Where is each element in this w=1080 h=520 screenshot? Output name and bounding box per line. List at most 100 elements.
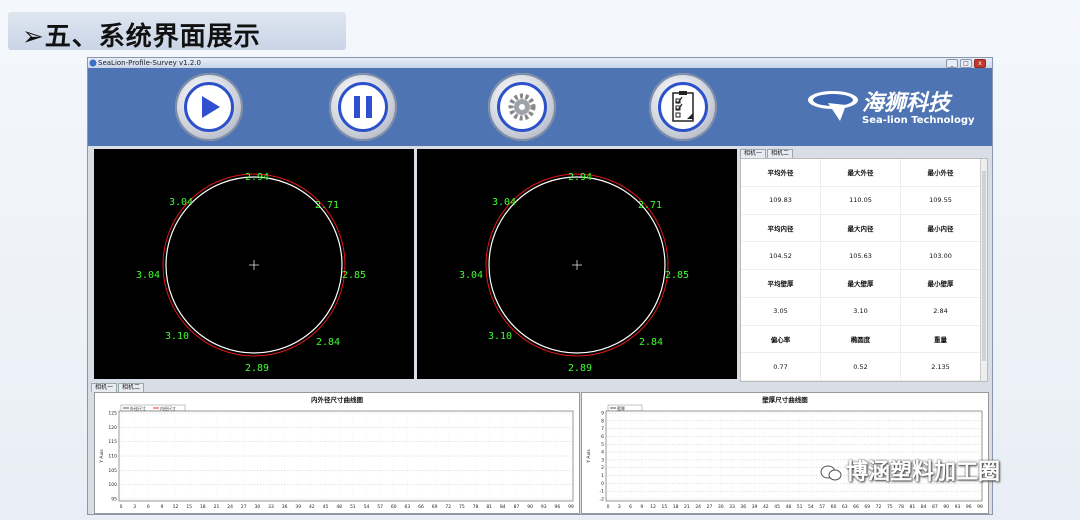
- thickness-label-right: 2.85: [665, 270, 689, 281]
- x-tick-label: 78: [898, 504, 904, 510]
- stat-value: 0.77: [741, 353, 821, 381]
- y-tick-label: 115: [108, 439, 117, 445]
- start-button[interactable]: [175, 73, 243, 141]
- stats-tab-bar: 相机一 相机二: [740, 149, 794, 158]
- x-tick-label: 12: [173, 504, 179, 510]
- report-button[interactable]: [649, 73, 717, 141]
- wechat-icon: [820, 465, 842, 481]
- x-tick-label: 24: [227, 504, 233, 510]
- diameter-chart: 内外径尺寸曲线图外径尺寸 内径尺寸12512011511010510095Y Ax…: [99, 395, 574, 510]
- x-tick-label: 0: [120, 504, 123, 510]
- y-tick-label: 6: [601, 434, 604, 440]
- x-tick-label: 45: [774, 504, 780, 510]
- stats-scrollbar[interactable]: [980, 159, 987, 381]
- x-tick-label: 12: [650, 504, 656, 510]
- y-tick-label: -1: [600, 489, 605, 495]
- window-titlebar[interactable]: SeaLion-Profile-Survey v1.2.0 _ □ x: [88, 58, 992, 68]
- x-tick-label: 87: [514, 504, 520, 510]
- y-tick-label: 7: [601, 426, 604, 432]
- stat-value: 109.83: [741, 186, 821, 215]
- y-axis-label: Y Axis: [99, 449, 105, 464]
- app-window: SeaLion-Profile-Survey v1.2.0 _ □ x 海狮科技…: [87, 57, 993, 515]
- stats-table: 平均外径 最大外径 最小外径 109.83 110.05 109.55 平均内径 最大内径 最小…: [740, 158, 988, 382]
- x-tick-label: 51: [350, 504, 356, 510]
- thickness-label-bottom-left: 3.10: [165, 331, 189, 342]
- diameter-chart-panel: 内外径尺寸曲线图 外径尺寸 内径尺寸 125 120 115 110 105 100 95 Y Ax…: [94, 392, 580, 514]
- pause-icon: [338, 82, 388, 132]
- thickness-label-bottom-left: 3.10: [488, 331, 512, 342]
- x-tick-label: 42: [763, 504, 769, 510]
- y-tick-label: 5: [601, 442, 604, 448]
- x-tick-label: 6: [629, 504, 632, 510]
- stats-grid: 平均外径 最大外径 最小外径 109.83 110.05 109.55 平均内径 最大内径 最小…: [741, 159, 981, 381]
- x-tick-label: 27: [707, 504, 713, 510]
- x-tick-label: 39: [752, 504, 758, 510]
- x-tick-label: 78: [473, 504, 479, 510]
- stat-label: 最小外径: [901, 159, 981, 187]
- x-tick-label: 75: [459, 504, 465, 510]
- x-tick-label: 90: [943, 504, 949, 510]
- slide-title: ➢五、系统界面展示: [22, 16, 261, 53]
- x-tick-label: 93: [541, 504, 547, 510]
- minimize-button[interactable]: _: [946, 59, 958, 68]
- x-tick-label: 96: [554, 504, 560, 510]
- x-tick-label: 18: [673, 504, 679, 510]
- stat-value: 2.135: [901, 353, 981, 381]
- camera-view-2: 2.94 2.71 2.85 2.84 2.89 3.10 3.04 3.04: [417, 149, 737, 379]
- y-tick-label: 8: [601, 418, 604, 424]
- app-icon: [89, 59, 97, 67]
- x-tick-label: 3: [618, 504, 621, 510]
- x-tick-label: 66: [418, 504, 424, 510]
- y-tick-label: 110: [108, 454, 117, 460]
- pause-button[interactable]: [329, 73, 397, 141]
- x-tick-label: 93: [955, 504, 961, 510]
- y-axis-label: Y Axis: [586, 449, 592, 464]
- x-tick-label: 87: [932, 504, 938, 510]
- thickness-label-bottom-right: 2.84: [639, 337, 663, 348]
- toolbar: 海狮科技 Sea-lion Technology: [88, 68, 992, 146]
- thickness-label-top-left: 3.04: [492, 197, 516, 208]
- stat-value: 104.52: [741, 242, 821, 270]
- x-tick-label: 27: [241, 504, 247, 510]
- scrollbar-thumb[interactable]: [982, 171, 986, 361]
- stat-label: 重量: [901, 325, 981, 354]
- stat-value: 109.55: [901, 186, 981, 215]
- thickness-label-bottom: 2.89: [568, 363, 592, 374]
- stat-value: 103.00: [901, 242, 981, 270]
- x-tick-label: 21: [214, 504, 220, 510]
- gear-icon: [497, 82, 547, 132]
- y-tick-label: 2: [601, 465, 604, 471]
- stat-value: 105.63: [821, 242, 901, 270]
- thickness-label-bottom-right: 2.84: [316, 337, 340, 348]
- thickness-label-left: 3.04: [136, 270, 160, 281]
- stat-label: 平均外径: [741, 159, 821, 187]
- stat-value: 110.05: [821, 186, 901, 215]
- thickness-label-top-right: 2.71: [315, 200, 339, 211]
- profile-diagram: 2.94 2.71 2.85 2.84 2.89 3.10 3.04 3.04: [136, 172, 366, 374]
- x-tick-label: 15: [186, 504, 192, 510]
- x-tick-label: 99: [568, 504, 574, 510]
- stat-value: 3.10: [821, 297, 901, 326]
- plot-area: [118, 410, 574, 502]
- tab-camera-1[interactable]: 相机一: [740, 149, 767, 158]
- y-tick-label: 4: [601, 450, 604, 456]
- y-tick-label: 125: [108, 411, 117, 417]
- y-tick-label: 1: [601, 473, 604, 479]
- x-tick-label: 36: [740, 504, 746, 510]
- x-tick-label: 57: [377, 504, 383, 510]
- window-title: SeaLion-Profile-Survey v1.2.0: [98, 59, 201, 67]
- stat-label: 最小内径: [901, 214, 981, 243]
- legend-label: 壁厚: [617, 405, 625, 411]
- settings-button[interactable]: [488, 73, 556, 141]
- tab-camera-2[interactable]: 相机二: [118, 383, 145, 392]
- close-button[interactable]: x: [974, 59, 986, 68]
- watermark-text: 博涵塑料加工圈: [846, 460, 1001, 485]
- thickness-label-top-left: 3.04: [169, 197, 193, 208]
- thickness-chart: 壁厚尺寸曲线图壁厚9876543210-1-2Y Axis0 3 6 9 12 15 18 2…: [586, 395, 983, 510]
- tab-camera-2[interactable]: 相机二: [767, 149, 794, 158]
- x-tick-label: 15: [661, 504, 667, 510]
- maximize-button[interactable]: □: [960, 59, 972, 68]
- x-tick-label: 54: [808, 504, 814, 510]
- thickness-label-bottom: 2.89: [245, 363, 269, 374]
- tab-camera-1[interactable]: 相机一: [91, 383, 118, 392]
